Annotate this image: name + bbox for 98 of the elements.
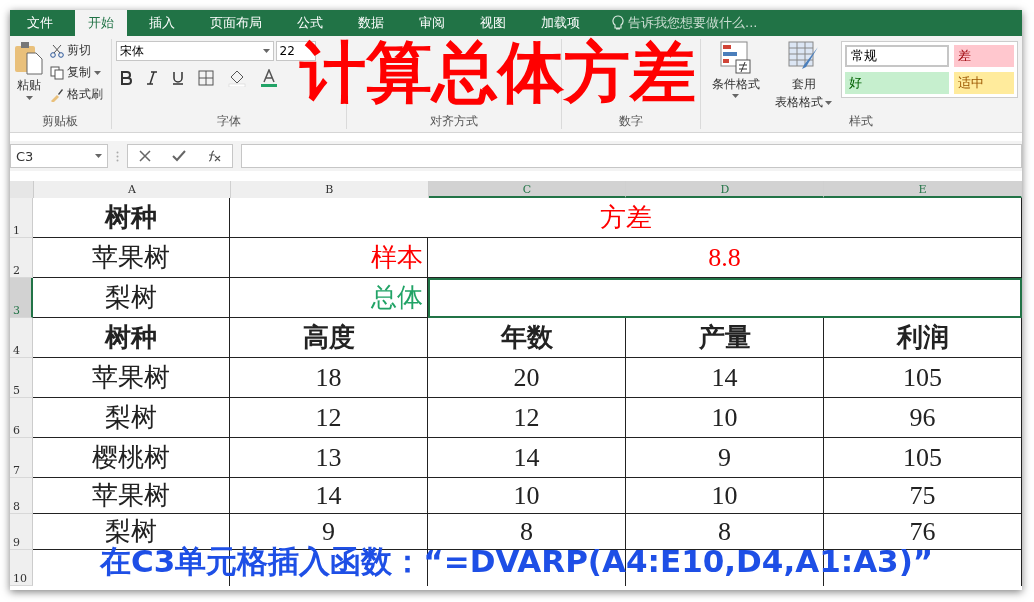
column-header[interactable]: E xyxy=(824,181,1022,198)
caret-icon xyxy=(25,96,33,100)
font-name-field[interactable]: 宋体 xyxy=(115,41,274,61)
ribbon-tab[interactable]: 插入 xyxy=(136,10,188,36)
name-box[interactable]: C3 xyxy=(10,144,108,168)
cut-button[interactable]: 剪切 xyxy=(50,41,103,60)
color-bars-icon xyxy=(720,41,752,75)
table-cell: 苹果树 xyxy=(33,478,230,514)
row-header[interactable]: 4 xyxy=(10,318,33,358)
borders-icon[interactable] xyxy=(197,70,214,86)
table-cell: 10 xyxy=(626,398,824,438)
table-cell: 76 xyxy=(824,514,1022,550)
ribbon-tab[interactable]: 公式 xyxy=(284,10,336,36)
group-label: 剪贴板 xyxy=(41,113,80,129)
table-cell: 8 xyxy=(626,514,824,550)
table-cell: 梨树 xyxy=(33,278,230,318)
check-icon[interactable] xyxy=(172,150,186,162)
column-header[interactable]: C xyxy=(428,181,627,198)
column-header[interactable]: A xyxy=(34,181,231,198)
table-cell: 高度 xyxy=(230,318,428,358)
ribbon-tab[interactable]: 视图 xyxy=(467,10,519,36)
table-cell: 13 xyxy=(230,438,428,478)
caret-icon xyxy=(262,49,270,53)
scissors-icon xyxy=(50,43,64,58)
table-cell: 利润 xyxy=(824,318,1022,358)
table-cell: 10 xyxy=(428,478,626,514)
table-cell: 样本 xyxy=(230,238,428,278)
column-header[interactable]: B xyxy=(230,181,429,198)
row-header[interactable]: 10 xyxy=(10,550,33,586)
caret-icon xyxy=(95,154,102,158)
row-header[interactable]: 8 xyxy=(10,478,33,514)
table-cell: 14 xyxy=(230,478,428,514)
table-cell: 8.8 xyxy=(428,238,1022,278)
group-label: 字体 xyxy=(215,113,242,129)
table-cell: 8 xyxy=(428,514,626,550)
conditional-format-button[interactable]: 条件格式 xyxy=(705,41,767,98)
table-cell: 18 xyxy=(230,358,428,398)
row-header[interactable]: 2 xyxy=(10,238,33,278)
table-cell: 14 xyxy=(428,438,626,478)
format-painter-button[interactable]: 格式刷 xyxy=(50,85,103,104)
paste-button[interactable]: 粘贴 xyxy=(14,41,44,100)
brush-icon xyxy=(50,87,64,102)
group-label: 对齐方式 xyxy=(429,113,480,129)
table-cell: 树种 xyxy=(33,198,230,238)
cell-style-option[interactable]: 适中 xyxy=(954,72,1014,94)
function-icon[interactable] xyxy=(207,150,222,162)
italic-icon[interactable] xyxy=(145,71,158,85)
group-label: 样式 xyxy=(848,113,875,129)
row-header[interactable]: 7 xyxy=(10,438,33,478)
caret-icon xyxy=(94,70,101,75)
group-label: 数字 xyxy=(618,113,645,129)
formula-input[interactable] xyxy=(241,144,1022,168)
table-cell: 樱桃树 xyxy=(33,438,230,478)
copy-icon xyxy=(50,65,64,80)
caret-icon xyxy=(825,100,833,105)
table-cell: 方差 xyxy=(230,198,1022,238)
row-header[interactable]: 3 xyxy=(10,278,33,318)
table-format-button[interactable]: 套用 表格格式 xyxy=(773,41,835,111)
ribbon-tab[interactable]: 加载项 xyxy=(528,10,593,36)
table-cell: 年数 xyxy=(428,318,626,358)
copy-button[interactable]: 复制 xyxy=(50,63,103,82)
cancel-icon[interactable] xyxy=(138,150,151,162)
table-cell: 树种 xyxy=(33,318,230,358)
row-header[interactable]: 6 xyxy=(10,398,33,438)
clipboard-icon xyxy=(14,41,44,75)
table-cell: 105 xyxy=(824,438,1022,478)
table-cell: 75 xyxy=(824,478,1022,514)
table-cell: 14 xyxy=(626,358,824,398)
table-cell: 10 xyxy=(626,478,824,514)
table-cell: 总体 xyxy=(230,278,428,318)
row-header[interactable]: 5 xyxy=(10,358,33,398)
row-header[interactable]: 1 xyxy=(10,198,33,238)
cell-style-option[interactable]: 常规 xyxy=(845,45,949,67)
tell-me-search[interactable]: 告诉我您想要做什么... xyxy=(628,14,758,32)
underline-icon[interactable] xyxy=(171,71,184,85)
table-cell: 96 xyxy=(824,398,1022,438)
font-color-icon[interactable] xyxy=(259,69,278,87)
bold-icon[interactable] xyxy=(119,71,132,85)
table-cell: 9 xyxy=(626,438,824,478)
table-cell: 12 xyxy=(230,398,428,438)
ribbon-tab[interactable]: 审阅 xyxy=(406,10,458,36)
table-cell: 105 xyxy=(824,358,1022,398)
table-cell: 20 xyxy=(428,358,626,398)
ribbon-tab[interactable]: 数据 xyxy=(345,10,397,36)
row-header[interactable]: 9 xyxy=(10,514,33,550)
table-cell: 苹果树 xyxy=(33,358,230,398)
ribbon-tab[interactable]: 文件 xyxy=(14,10,66,36)
cell-style-option[interactable]: 差 xyxy=(954,45,1014,67)
ribbon-tab[interactable]: 页面布局 xyxy=(197,10,275,36)
caret-icon xyxy=(732,94,740,98)
table-cell: 苹果树 xyxy=(33,238,230,278)
ribbon-tab[interactable]: 开始 xyxy=(75,10,127,36)
column-header[interactable]: D xyxy=(626,181,825,198)
table-cell: 12 xyxy=(428,398,626,438)
cell-style-option[interactable]: 好 xyxy=(845,72,949,94)
table-cell: 产量 xyxy=(626,318,824,358)
lightbulb-icon xyxy=(612,15,624,31)
table-cell: 梨树 xyxy=(33,398,230,438)
